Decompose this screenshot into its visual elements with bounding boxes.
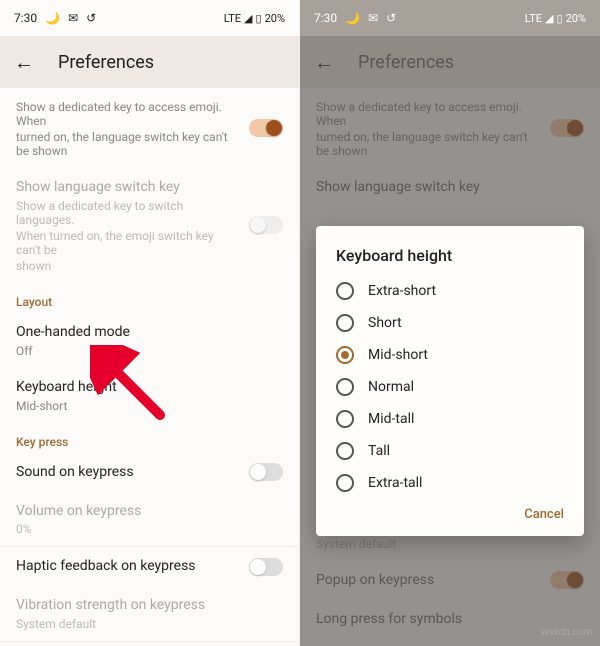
battery-icon: ▯ — [256, 12, 262, 25]
one-handed-sub: Off — [16, 344, 283, 358]
mail-icon: ✉ — [68, 11, 78, 25]
volume-keypress-title: Volume on keypress — [16, 502, 283, 521]
moon-icon: 🌙 — [45, 11, 60, 25]
radio-icon — [336, 282, 354, 300]
sound-keypress-title: Sound on keypress — [16, 463, 237, 482]
row-sound-keypress[interactable]: Sound on keypress — [0, 453, 299, 492]
option-label: Normal — [368, 379, 414, 395]
option-label: Mid-short — [368, 347, 428, 363]
refresh-icon: ↺ — [386, 11, 396, 25]
keyboard-height-dialog: Keyboard height Extra-short Short Mid-sh… — [316, 226, 584, 536]
one-handed-title: One-handed mode — [16, 323, 283, 342]
toggle-haptic[interactable] — [249, 558, 283, 576]
option-label: Tall — [368, 443, 390, 459]
option-label: Mid-tall — [368, 411, 414, 427]
dialog-title: Keyboard height — [322, 242, 578, 275]
emoji-key-text-2: turned on, the language switch key can't… — [16, 130, 237, 158]
battery-percent: 20% — [265, 12, 285, 25]
row-haptic-feedback[interactable]: Haptic feedback on keypress — [0, 547, 299, 586]
radio-icon — [336, 410, 354, 428]
back-arrow-icon[interactable]: ← — [14, 50, 34, 75]
emoji-key-text-1: Show a dedicated key to access emoji. Wh… — [16, 100, 237, 128]
row-volume-keypress: Volume on keypress 0% — [0, 492, 299, 547]
row-one-handed[interactable]: One-handed mode Off — [0, 313, 299, 368]
option-extra-short[interactable]: Extra-short — [322, 275, 578, 307]
option-label: Extra-short — [368, 283, 436, 299]
volume-keypress-sub: 0% — [16, 522, 283, 536]
option-mid-tall[interactable]: Mid-tall — [322, 403, 578, 435]
status-time: 7:30 — [14, 11, 37, 25]
option-label: Extra-tall — [368, 475, 422, 491]
page-title: Preferences — [58, 52, 154, 73]
vibration-title: Vibration strength on keypress — [16, 596, 283, 615]
option-extra-tall[interactable]: Extra-tall — [322, 467, 578, 499]
screenshot-left: 7:30 🌙 ✉ ↺ LTE ◢ ▯ 20% ← Preferences Sho… — [0, 0, 300, 646]
row-vibration-strength: Vibration strength on keypress System de… — [0, 586, 299, 641]
section-layout: Layout — [0, 283, 299, 313]
status-time: 7:30 — [314, 11, 337, 25]
status-bar: 7:30 🌙 ✉ ↺ LTE ◢ ▯ 20% — [300, 0, 600, 36]
screenshot-right: 7:30 🌙 ✉ ↺ LTE ◢ ▯ 20% ← Preferences — [300, 0, 600, 646]
cancel-button[interactable]: Cancel — [524, 507, 564, 522]
keyboard-height-title: Keyboard height — [16, 378, 283, 397]
radio-icon — [336, 378, 354, 396]
option-tall[interactable]: Tall — [322, 435, 578, 467]
refresh-icon: ↺ — [86, 11, 96, 25]
keyboard-height-sub: Mid-short — [16, 399, 283, 413]
watermark: wsxdn.com — [541, 627, 592, 638]
row-emoji-key[interactable]: Show a dedicated key to access emoji. Wh… — [0, 88, 299, 168]
lang-switch-title: Show language switch key — [16, 178, 237, 197]
battery-percent: 20% — [566, 12, 586, 25]
lang-switch-sub2: When turned on, the emoji switch key can… — [16, 229, 237, 257]
option-mid-short[interactable]: Mid-short — [322, 339, 578, 371]
network-label: LTE — [224, 12, 241, 25]
toggle-sound-keypress[interactable] — [249, 463, 283, 481]
row-popup-keypress[interactable]: Popup on keypress — [0, 642, 299, 646]
app-bar: ← Preferences — [0, 36, 299, 88]
option-label: Short — [368, 315, 402, 331]
vibration-sub: System default — [16, 617, 283, 631]
radio-icon-selected — [336, 346, 354, 364]
lang-switch-sub3: shown — [16, 259, 237, 273]
section-keypress: Key press — [0, 423, 299, 453]
radio-icon — [336, 442, 354, 460]
radio-icon — [336, 474, 354, 492]
lang-switch-sub1: Show a dedicated key to switch languages… — [16, 199, 237, 227]
radio-icon — [336, 314, 354, 332]
network-label: LTE — [525, 12, 542, 25]
toggle-emoji-key[interactable] — [249, 119, 283, 137]
mail-icon: ✉ — [368, 11, 378, 25]
option-normal[interactable]: Normal — [322, 371, 578, 403]
option-short[interactable]: Short — [322, 307, 578, 339]
haptic-title: Haptic feedback on keypress — [16, 557, 237, 576]
toggle-language-switch — [249, 216, 283, 234]
signal-icon: ◢ — [545, 12, 553, 25]
moon-icon: 🌙 — [345, 11, 360, 25]
row-language-switch: Show language switch key Show a dedicate… — [0, 168, 299, 283]
signal-icon: ◢ — [244, 12, 252, 25]
battery-icon: ▯ — [557, 12, 563, 25]
row-keyboard-height[interactable]: Keyboard height Mid-short — [0, 368, 299, 423]
status-bar: 7:30 🌙 ✉ ↺ LTE ◢ ▯ 20% — [0, 0, 299, 36]
